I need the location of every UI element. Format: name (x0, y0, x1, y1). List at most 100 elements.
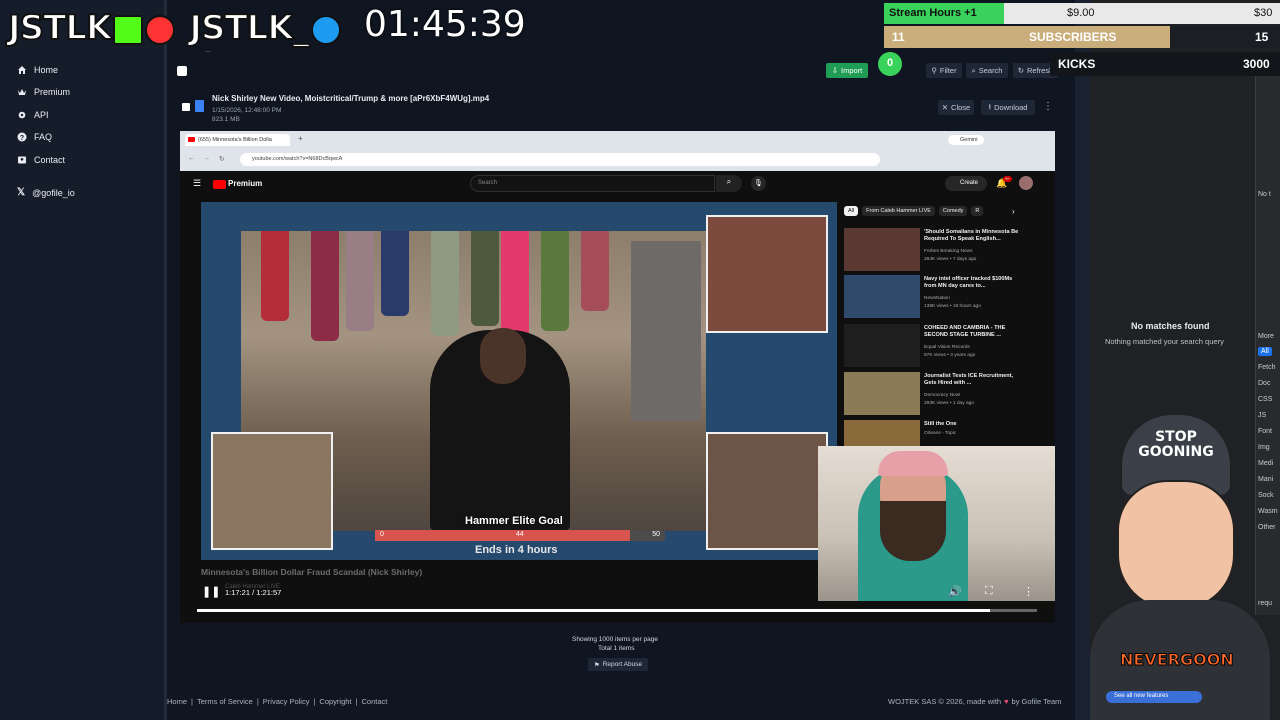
file-name[interactable]: Nick Shirley New Video, Moistcritical/Tr… (212, 94, 489, 103)
sidebar-item-contact[interactable]: Contact (17, 155, 65, 165)
related-channel: Forbes Breaking News (924, 249, 973, 254)
file-menu-icon[interactable]: ⋮ (1043, 101, 1053, 112)
goal-max: 50 (652, 531, 660, 538)
streamer-cam-top (706, 215, 828, 333)
chip-more[interactable]: R (971, 206, 984, 216)
hamburger-icon[interactable]: ☰ (193, 178, 201, 189)
youtube-search-input[interactable]: Search (470, 175, 715, 192)
related-channel: Equal Vision Records (924, 345, 970, 350)
microphone-icon[interactable]: 🎙 (751, 176, 766, 191)
streamer-cam-left (211, 432, 333, 550)
url-bar[interactable]: youtube.com/watch?v=N68DcBqwcA (240, 153, 880, 166)
related-thumb[interactable] (844, 275, 920, 318)
import-icon: ⇩ (831, 66, 839, 75)
chevron-right-icon[interactable]: › (1012, 207, 1015, 216)
stream-logo: JSTLK JSTLK_ (7, 7, 341, 49)
file-checkbox[interactable] (182, 103, 190, 111)
no-matches-subtitle: Nothing matched your search query (1105, 337, 1224, 346)
related-thumb[interactable] (844, 420, 920, 446)
goal-min: 0 (380, 531, 384, 538)
no-matches-title: No matches found (1131, 321, 1210, 331)
sidebar (0, 0, 164, 720)
related-title[interactable]: Navy intel officer tracked $100Ms from M… (924, 276, 1019, 290)
related-title[interactable]: Still the One (924, 421, 1019, 428)
select-all-checkbox[interactable] (177, 66, 187, 76)
crown-icon (18, 89, 26, 95)
search-button[interactable]: ⌕ Search (966, 63, 1008, 78)
pause-icon[interactable]: ❚❚ (202, 585, 220, 598)
related-meta: 138K views • 19 hours ago (924, 304, 981, 309)
back-icon[interactable]: ← (188, 155, 195, 162)
related-thumb[interactable] (844, 324, 920, 367)
reload-icon[interactable]: ↻ (219, 155, 225, 163)
devtools-tab-img[interactable]: Img (1258, 444, 1270, 451)
devtools-tab-wasm[interactable]: Wasm (1258, 508, 1278, 515)
player-menu-icon[interactable]: ⋮ (1023, 585, 1034, 598)
footer-link-terms[interactable]: Terms of Service (197, 697, 253, 706)
new-tab-icon[interactable]: + (298, 134, 303, 143)
filter-button[interactable]: ⚲ Filter (926, 63, 962, 78)
seek-bar[interactable] (197, 609, 1037, 612)
devtools-more[interactable]: More (1258, 333, 1274, 340)
record-icon (145, 14, 176, 45)
footer-link-copyright[interactable]: Copyright (319, 697, 351, 706)
import-button[interactable]: ⇩ Import (826, 63, 868, 78)
sidebar-item-api[interactable]: API (17, 110, 49, 120)
related-title[interactable]: COHEED AND CAMBRIA - THE SECOND STAGE TU… (924, 325, 1019, 339)
footer-link-privacy[interactable]: Privacy Policy (263, 697, 310, 706)
see-all-features-button[interactable]: See all new features (1106, 691, 1202, 703)
youtube-brand[interactable]: Premium (228, 179, 262, 188)
devtools-tab-all[interactable]: All (1258, 347, 1272, 356)
sidebar-item-label: Home (34, 65, 59, 75)
avatar[interactable] (1019, 176, 1033, 190)
devtools-tab-font[interactable]: Font (1258, 428, 1272, 435)
devtools-tab-doc[interactable]: Doc (1258, 380, 1270, 387)
devtools-filter-sidebar (1255, 70, 1280, 615)
report-abuse-button[interactable]: ⚑ Report Abuse (588, 658, 648, 671)
chip-comedy[interactable]: Comedy (938, 206, 968, 216)
sidebar-item-premium[interactable]: Premium (17, 87, 70, 97)
create-button[interactable]: Create (945, 176, 987, 191)
scrollbar-gutter[interactable] (1075, 0, 1090, 720)
chip-all[interactable]: All (844, 206, 859, 216)
devtools-tab-manifest[interactable]: Mani (1258, 476, 1273, 483)
footer-link-contact[interactable]: Contact (361, 697, 387, 706)
youtube-search-icon[interactable]: ⌕ (716, 175, 742, 192)
download-button[interactable]: ⭳ Download (981, 100, 1035, 115)
volume-icon[interactable]: 🔊 (948, 585, 962, 598)
mascot-cap-text: STOP GOONING (1138, 429, 1214, 460)
filter-icon: ⚲ (931, 66, 937, 75)
forward-icon[interactable]: → (203, 155, 210, 162)
related-channel: Orleans - Topic (924, 431, 957, 436)
subscribers-target: 15 (1255, 30, 1269, 44)
related-thumb[interactable] (844, 372, 920, 415)
devtools-tab-fetch[interactable]: Fetch (1258, 364, 1276, 371)
subscribers-fill (884, 26, 1170, 48)
sidebar-item-social[interactable]: 𝕏 @gofile_io (17, 187, 75, 198)
devtools-tab-js[interactable]: JS (1258, 412, 1266, 419)
close-button[interactable]: ✕ Close (938, 100, 974, 115)
devtools-tab-socket[interactable]: Sock (1258, 492, 1274, 499)
sidebar-item-label: FAQ (34, 132, 53, 142)
social-handle: @gofile_io (32, 187, 75, 198)
sidebar-item-faq[interactable]: ? FAQ (17, 132, 52, 142)
devtools-tab-other[interactable]: Other (1258, 524, 1276, 531)
related-title[interactable]: 'Should Somalians in Minnesota Be Requir… (924, 229, 1019, 243)
seek-fill (197, 609, 990, 612)
sidebar-item-home[interactable]: Home (17, 65, 58, 75)
devtools-tab-media[interactable]: Medi (1258, 460, 1273, 467)
devtools-tab-css[interactable]: CSS (1258, 396, 1272, 403)
related-title[interactable]: Journalist Tests ICE Recruitment, Gets H… (924, 373, 1019, 387)
chip-caleb[interactable]: From Caleb Hammer LIVE (862, 206, 935, 216)
gemini-button[interactable]: Gemini (948, 135, 984, 145)
more-icon[interactable]: ... (205, 47, 219, 55)
browser-tab[interactable]: (655) Minnesota's Billion Dolla (185, 134, 290, 146)
fullscreen-icon[interactable]: ⛶ (985, 585, 993, 598)
devtools-throttle[interactable]: No t (1258, 191, 1271, 198)
download-icon: ⭳ (988, 102, 992, 111)
footer-links: Home | Terms of Service | Privacy Policy | … (167, 697, 388, 706)
person-head (480, 328, 526, 384)
related-thumb[interactable] (844, 228, 920, 271)
sidebar-item-label: API (34, 110, 49, 120)
footer-link-home[interactable]: Home (167, 697, 187, 706)
